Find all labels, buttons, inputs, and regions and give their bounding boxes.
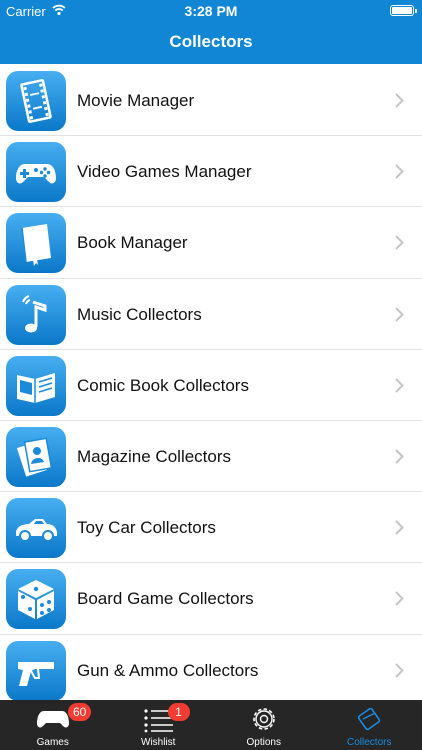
list-item-comic-book-collectors[interactable]: Comic Book Collectors — [0, 350, 422, 421]
chevron-right-icon — [395, 449, 404, 464]
chevron-right-icon — [395, 378, 404, 393]
list-item-board-game-collectors[interactable]: Board Game Collectors — [0, 563, 422, 635]
list-item-toy-car-collectors[interactable]: Toy Car Collectors — [0, 492, 422, 564]
status-bar: Carrier 3:28 PM — [0, 0, 422, 22]
tab-bar: 60 Games 1 Wishlist Options Collectors — [0, 700, 422, 750]
chevron-right-icon — [395, 662, 404, 678]
chevron-right-icon — [395, 164, 404, 179]
film-strip-icon — [6, 71, 66, 131]
toy-car-icon — [6, 498, 66, 559]
tab-games[interactable]: 60 Games — [0, 700, 106, 750]
list-item-gun-ammo-collectors[interactable]: Gun & Ammo Collectors — [0, 635, 422, 700]
collectors-list: Movie Manager Video Games Manager Book M… — [0, 65, 422, 700]
book-icon — [6, 213, 66, 274]
list-item-label: Gun & Ammo Collectors — [77, 660, 259, 680]
battery-icon — [390, 5, 417, 16]
list-item-label: Video Games Manager — [77, 162, 252, 182]
list-item-label: Toy Car Collectors — [77, 518, 216, 538]
list-item-book-manager[interactable]: Book Manager — [0, 207, 422, 279]
list-item-label: Book Manager — [77, 233, 188, 253]
games-badge: 60 — [68, 703, 92, 721]
gear-icon — [252, 708, 275, 730]
list-item-music-collectors[interactable]: Music Collectors — [0, 279, 422, 350]
navigation-header: Carrier 3:28 PM Collectors — [0, 0, 422, 64]
chevron-right-icon — [395, 235, 404, 251]
tab-wishlist[interactable]: 1 Wishlist — [106, 700, 212, 750]
list-item-magazine-collectors[interactable]: Magazine Collectors — [0, 421, 422, 493]
tab-collectors[interactable]: Collectors — [317, 700, 422, 750]
list-item-label: Board Game Collectors — [77, 589, 254, 609]
list-item-label: Music Collectors — [77, 304, 202, 324]
status-time: 3:28 PM — [184, 3, 238, 19]
magazine-icon — [6, 426, 66, 487]
tab-label: Collectors — [347, 737, 392, 748]
tab-options[interactable]: Options — [211, 700, 317, 750]
tab-label: Games — [36, 737, 69, 748]
list-item-video-games-manager[interactable]: Video Games Manager — [0, 136, 422, 208]
list-item-label: Magazine Collectors — [77, 446, 232, 466]
chevron-right-icon — [395, 520, 404, 535]
dice-icon — [6, 569, 66, 630]
list-item-label: Comic Book Collectors — [77, 375, 249, 395]
chevron-right-icon — [395, 591, 404, 607]
gamepad-icon — [6, 142, 66, 203]
chevron-right-icon — [395, 306, 404, 322]
tab-label: Wishlist — [141, 737, 176, 748]
chevron-right-icon — [395, 93, 404, 108]
list-item-movie-manager[interactable]: Movie Manager — [0, 65, 422, 137]
pistol-icon — [6, 640, 66, 700]
gamepad-icon — [36, 711, 69, 728]
list-item-label: Movie Manager — [77, 91, 195, 110]
music-note-icon — [6, 284, 66, 345]
collectors-icon — [358, 707, 381, 731]
page-title: Collectors — [169, 32, 253, 51]
comic-book-icon — [6, 355, 66, 416]
wishlist-badge: 1 — [167, 703, 190, 721]
tab-label: Options — [246, 737, 281, 748]
